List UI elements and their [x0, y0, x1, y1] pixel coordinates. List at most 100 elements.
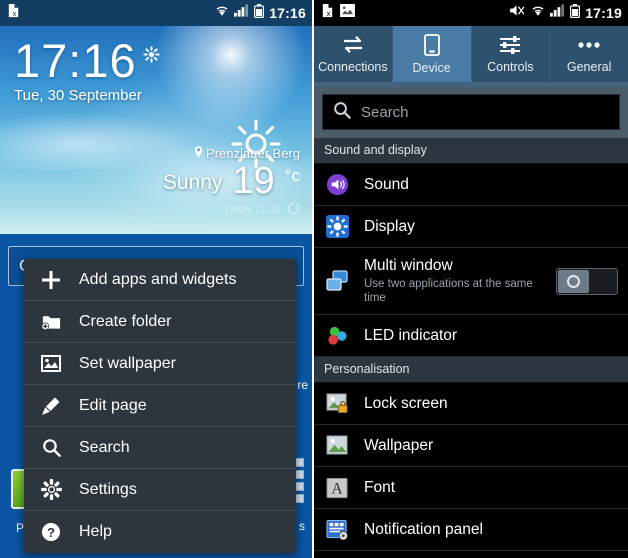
menu-item-create-folder[interactable]: Create folder [24, 301, 296, 343]
menu-item-search[interactable]: Search [24, 427, 296, 469]
right-phone-settings-screen: x 17:19 Connections Device Controls Gene… [314, 0, 628, 558]
row-title: Font [364, 478, 396, 496]
settings-row-wallpaper[interactable]: Wallpaper [314, 425, 628, 467]
svg-text:x: x [327, 9, 331, 18]
weather-updated-row: 18/09 11:30 [163, 202, 300, 218]
settings-row-display[interactable]: Display [314, 206, 628, 248]
menu-item-help[interactable]: ? Help [24, 511, 296, 553]
home-app-label-left: P [16, 521, 25, 535]
led-dots-icon [324, 324, 350, 347]
clock-date: Tue, 30 September [14, 87, 142, 104]
search-icon [333, 101, 351, 124]
row-title: Notification panel [364, 520, 483, 538]
menu-item-settings[interactable]: Settings [24, 469, 296, 511]
mini-square-2 [295, 470, 304, 479]
document-error-icon: x [6, 3, 21, 23]
clock-time: 17:16 [14, 34, 137, 87]
settings-search-wrap: Search [314, 87, 628, 138]
screenshot-root: x 17:16 17:16 Tue, 30 September Prenzlau… [0, 0, 628, 558]
row-text: Font [364, 479, 618, 497]
menu-item-label: Set wallpaper [79, 354, 176, 372]
home-app-label-right-lower: s [299, 519, 305, 533]
left-status-bar: x 17:16 [0, 0, 312, 26]
menu-item-set-wallpaper[interactable]: Set wallpaper [24, 343, 296, 385]
menu-item-label: Add apps and widgets [79, 270, 237, 288]
weather-condition: Sunny [162, 171, 223, 194]
multi-window-toggle[interactable] [556, 267, 618, 295]
gear-icon[interactable] [143, 46, 160, 68]
row-title: Display [364, 217, 415, 235]
tab-connections[interactable]: Connections [314, 26, 393, 82]
menu-item-label: Settings [79, 480, 137, 498]
menu-item-label: Help [79, 523, 112, 540]
tab-label: Connections [318, 59, 388, 74]
image-icon [40, 354, 62, 373]
tab-label: General [566, 59, 612, 74]
settings-row-lock-screen[interactable]: Lock screen [314, 383, 628, 425]
notification-panel-icon [324, 519, 350, 541]
wifi-icon [531, 4, 545, 22]
weather-temperature: 19 [232, 160, 275, 202]
menu-item-label: Create folder [79, 312, 172, 330]
windows-icon [324, 270, 350, 292]
right-status-bar: x 17:19 [314, 0, 628, 26]
settings-row-sound[interactable]: Sound [314, 164, 628, 206]
clock-widget[interactable]: 17:16 Tue, 30 September [14, 36, 160, 104]
home-app-icon-grid[interactable] [295, 458, 304, 503]
settings-row-font[interactable]: A Font [314, 467, 628, 509]
row-title: LED indicator [364, 326, 458, 344]
weather-location-row: Prenzlauer Berg [163, 146, 300, 161]
row-text: Display [364, 218, 618, 236]
status-bar-time: 17:16 [269, 5, 306, 21]
weather-widget[interactable]: Prenzlauer Berg Sunny 19 °c 18/09 11:30 [163, 146, 300, 218]
tab-controls[interactable]: Controls [472, 26, 551, 82]
sliders-icon [498, 35, 522, 58]
phone-icon [423, 33, 441, 59]
section-header-sound-and-display: Sound and display [314, 138, 628, 164]
status-icons-left: x [6, 3, 21, 23]
status-icons-right: 17:16 [215, 3, 306, 23]
refresh-icon[interactable] [287, 202, 300, 218]
pin-icon [194, 146, 203, 161]
row-title: Multi window [364, 257, 453, 274]
tab-general[interactable]: General [550, 26, 628, 82]
tab-label: Device [412, 60, 451, 75]
font-a-icon: A [324, 477, 350, 499]
battery-icon [570, 3, 581, 23]
row-text: Sound [364, 176, 618, 194]
help-icon: ? [40, 522, 62, 542]
menu-item-add-apps-and-widgets[interactable]: Add apps and widgets [24, 259, 296, 301]
mini-square-1 [295, 458, 304, 467]
wifi-icon [215, 4, 229, 22]
tab-device[interactable]: Device [392, 26, 472, 82]
mini-square-3 [295, 482, 304, 491]
row-subtitle: Use two applications at the same time [364, 278, 533, 304]
row-title: Wallpaper [364, 436, 434, 454]
home-context-menu: Add apps and widgets Create folder Set w… [24, 259, 296, 553]
menu-item-label: Edit page [79, 396, 147, 414]
settings-row-multi-window[interactable]: Multi window Use two applications at the… [314, 248, 628, 315]
battery-icon [254, 3, 265, 23]
toggle-ring-icon [567, 274, 580, 288]
weather-degree-unit: °c [284, 166, 300, 185]
settings-row-notification-panel[interactable]: Notification panel [314, 509, 628, 551]
signal-icon [234, 4, 249, 22]
svg-text:A: A [331, 480, 342, 497]
row-text: Notification panel [364, 521, 618, 539]
folder-add-icon [40, 313, 62, 331]
wallpaper-icon [324, 435, 350, 456]
weather-location: Prenzlauer Berg [206, 146, 300, 161]
tab-label: Controls [487, 59, 534, 74]
menu-item-edit-page[interactable]: Edit page [24, 385, 296, 427]
transfer-arrows-icon [341, 35, 365, 58]
lock-screen-icon [324, 393, 350, 414]
row-text: Lock screen [364, 395, 618, 413]
row-text: Multi window Use two applications at the… [364, 257, 542, 305]
settings-row-led-indicator[interactable]: LED indicator [314, 315, 628, 357]
row-title: Lock screen [364, 394, 448, 412]
settings-tab-bar: Connections Device Controls General [314, 26, 628, 82]
weather-updated-time: 18/09 11:30 [223, 204, 281, 216]
search-input[interactable]: Search [322, 94, 620, 130]
menu-item-label: Search [79, 438, 130, 456]
status-bar-time: 17:19 [585, 5, 622, 21]
